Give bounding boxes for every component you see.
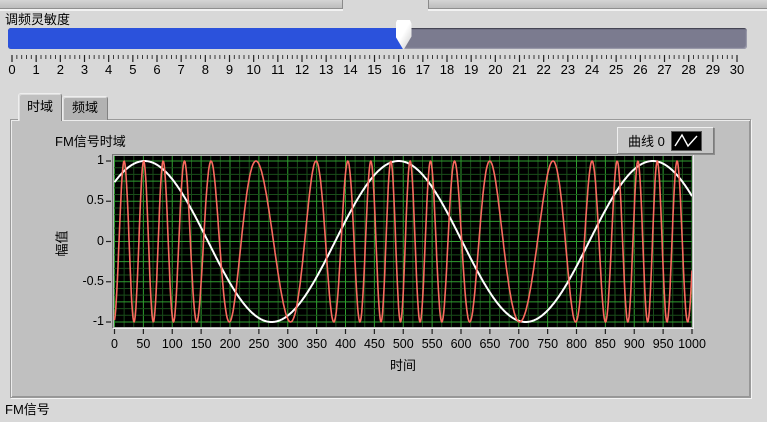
- x-tick-label: 750: [537, 337, 558, 351]
- slider-tick-label: 22: [536, 62, 550, 77]
- chart-legend[interactable]: 曲线 0: [617, 127, 714, 154]
- slider-tick-label: 30: [730, 62, 744, 77]
- slider-tick-label: 18: [440, 62, 454, 77]
- x-tick-label: 850: [595, 337, 616, 351]
- y-tick-label: 0.5: [70, 193, 104, 207]
- footer-label: FM信号: [5, 399, 50, 418]
- slider-tick-label: 10: [246, 62, 260, 77]
- slider-tick-label: 19: [464, 62, 478, 77]
- x-tick-label: 700: [508, 337, 529, 351]
- slider-label: 调频灵敏度: [5, 9, 70, 28]
- slider-tick-label: 17: [416, 62, 430, 77]
- x-tick-label: 50: [136, 337, 150, 351]
- x-axis-title: 时间: [390, 355, 416, 374]
- y-tick-label: -1: [70, 314, 104, 328]
- slider-tick-label: 13: [319, 62, 333, 77]
- tab-page-time-domain: [10, 119, 751, 398]
- x-tick-label: 650: [479, 337, 500, 351]
- x-tick-label: 200: [220, 337, 241, 351]
- x-tick-label: 1000: [678, 337, 706, 351]
- x-tick-label: 950: [653, 337, 674, 351]
- slider-tick-label: 28: [681, 62, 695, 77]
- slider-tick-label: 21: [512, 62, 526, 77]
- slider-tick-label: 29: [706, 62, 720, 77]
- slider-tick-label: 25: [609, 62, 623, 77]
- slider-tick-label: 4: [105, 62, 112, 77]
- cropped-control-edge-left: [0, 0, 343, 9]
- labview-front-panel: { "slider": { "label": "调频灵敏度", "min": 0…: [0, 0, 767, 422]
- slider-tick-label: 14: [343, 62, 357, 77]
- slider-tick-label: 7: [178, 62, 185, 77]
- x-tick-label: 600: [451, 337, 472, 351]
- slider-tick-label: 12: [295, 62, 309, 77]
- slider-tick-label: 27: [657, 62, 671, 77]
- x-tick-label: 100: [162, 337, 183, 351]
- legend-plot-name: 曲线 0: [628, 131, 665, 150]
- cropped-control-edge-right: [428, 0, 767, 9]
- x-tick-label: 500: [393, 337, 414, 351]
- legend-line-sample-icon: [671, 131, 702, 151]
- fm-sensitivity-slider-track[interactable]: [8, 28, 747, 49]
- x-tick-label: 450: [364, 337, 385, 351]
- slider-tick-label: 2: [57, 62, 64, 77]
- waveform-icon: [672, 132, 701, 150]
- x-tick-label: 300: [277, 337, 298, 351]
- tab-time-domain[interactable]: 时域: [18, 93, 62, 121]
- slider-tick-label: 16: [391, 62, 405, 77]
- slider-tick-label: 1: [33, 62, 40, 77]
- chart-title: FM信号时域: [55, 131, 126, 150]
- slider-tick-label: 15: [367, 62, 381, 77]
- x-tick-label: 900: [624, 337, 645, 351]
- x-tick-label: 250: [248, 337, 269, 351]
- y-tick-label: 1: [70, 153, 104, 167]
- slider-fill: [8, 28, 404, 49]
- slider-tick-label: 24: [585, 62, 599, 77]
- x-tick-label: 400: [335, 337, 356, 351]
- y-tick-label: -0.5: [70, 274, 104, 288]
- x-tick-label: 350: [306, 337, 327, 351]
- slider-tick-label: 26: [633, 62, 647, 77]
- slider-tick-label: 11: [271, 62, 285, 77]
- slider-tick-label: 8: [202, 62, 209, 77]
- tab-frequency-domain[interactable]: 频域: [62, 96, 108, 120]
- slider-tick-label: 9: [226, 62, 233, 77]
- y-tick-label: 0: [70, 234, 104, 248]
- slider-tick-label: 20: [488, 62, 502, 77]
- slider-tick-label: 3: [81, 62, 88, 77]
- x-tick-label: 0: [111, 337, 118, 351]
- slider-tick-label: 5: [129, 62, 136, 77]
- x-tick-label: 800: [566, 337, 587, 351]
- slider-tick-label: 6: [153, 62, 160, 77]
- slider-tick-label: 23: [561, 62, 575, 77]
- slider-tick-label: 0: [8, 62, 15, 77]
- x-tick-label: 150: [191, 337, 212, 351]
- x-tick-label: 550: [422, 337, 443, 351]
